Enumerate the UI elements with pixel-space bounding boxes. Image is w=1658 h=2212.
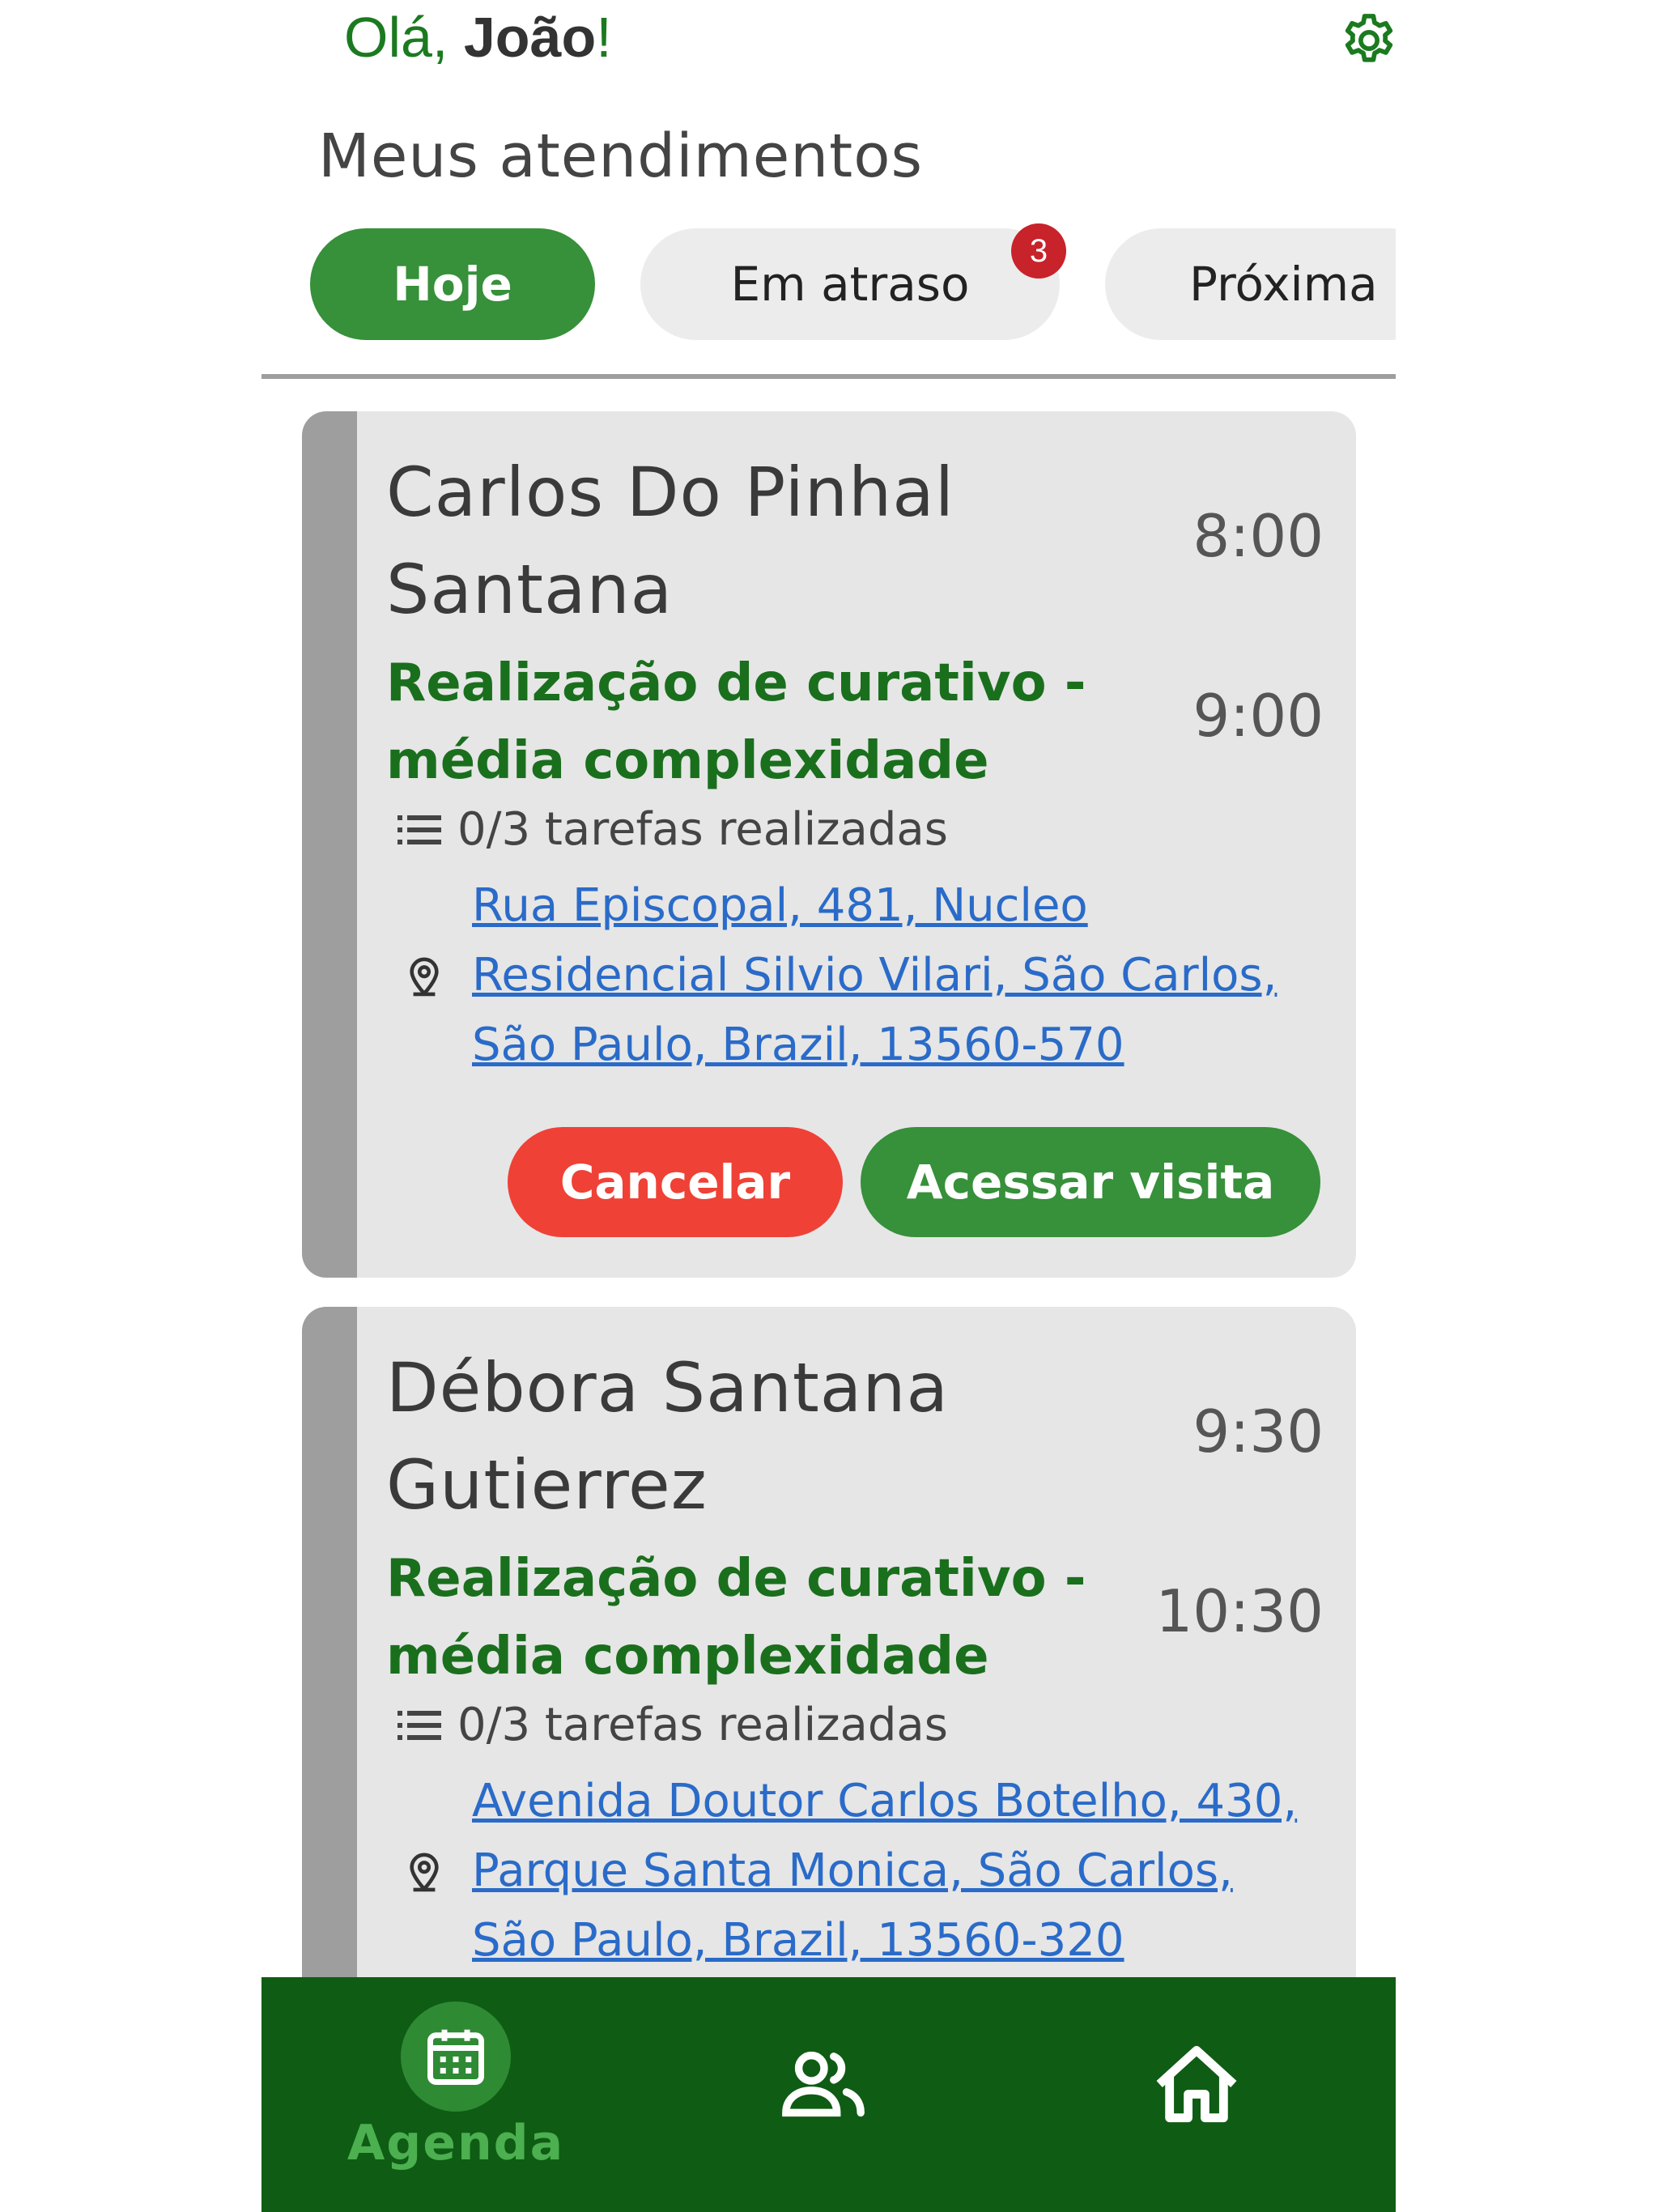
greeting: Olá, João!	[344, 5, 612, 70]
calendar-icon	[401, 2001, 511, 2112]
tab-proximas[interactable]: Próxima	[1105, 228, 1396, 340]
tab-hoje[interactable]: Hoje	[310, 228, 595, 340]
address-link[interactable]: Rua Episcopal, 481, Nucleo Residencial S…	[472, 871, 1330, 1080]
procedure-name: Realização de curativo - média complexid…	[386, 653, 1086, 791]
end-time: 10:30	[1155, 1577, 1324, 1645]
page-title: Meus atendimentos	[318, 121, 924, 191]
appointment-card: Carlos Do Pinhal Santana 8:00 Realização…	[302, 411, 1356, 1278]
access-visit-button[interactable]: Acessar visita	[861, 1127, 1320, 1237]
tasks-summary: 0/3 tarefas realizadas	[397, 803, 948, 856]
tasks-text: 0/3 tarefas realizadas	[457, 1699, 948, 1751]
greeting-prefix: Olá,	[344, 6, 464, 69]
nav-agenda-label: Agenda	[346, 2115, 565, 2172]
home-icon	[1156, 2045, 1237, 2123]
greeting-suffix: !	[596, 6, 612, 69]
header: Olá, João!	[302, 0, 1393, 81]
tab-em-atraso[interactable]: Em atraso	[640, 228, 1060, 340]
tasks-text: 0/3 tarefas realizadas	[457, 803, 948, 856]
people-icon	[782, 2051, 865, 2117]
end-time: 9:00	[1192, 682, 1324, 750]
patient-name: Carlos Do Pinhal Santana	[386, 453, 955, 629]
nav-home[interactable]	[1152, 1977, 1249, 2212]
location-pin-icon	[410, 1853, 439, 1892]
nav-patients[interactable]	[780, 1977, 877, 2212]
location-pin-icon	[410, 957, 439, 997]
cancel-button[interactable]: Cancelar	[508, 1127, 843, 1237]
app-screen: Olá, João! Meus atendimentos Hoje Em atr…	[261, 0, 1396, 2212]
overdue-count-badge: 3	[1011, 223, 1066, 279]
list-icon	[397, 1710, 441, 1740]
address-link[interactable]: Avenida Doutor Carlos Botelho, 430, Parq…	[472, 1767, 1330, 1976]
gear-icon[interactable]	[1338, 10, 1396, 71]
user-name: João	[463, 6, 597, 69]
bottom-nav: Agenda	[261, 1977, 1396, 2212]
procedure-name: Realização de curativo - média complexid…	[386, 1549, 1086, 1687]
tabs-divider	[261, 374, 1396, 379]
tasks-summary: 0/3 tarefas realizadas	[397, 1699, 948, 1751]
start-time: 8:00	[1192, 502, 1324, 570]
nav-agenda[interactable]: Agenda	[342, 1977, 563, 2212]
card-status-bar	[302, 411, 357, 1278]
patient-name: Débora Santana Gutierrez	[386, 1348, 949, 1525]
start-time: 9:30	[1192, 1397, 1324, 1465]
list-icon	[397, 815, 441, 844]
filter-tabs: Hoje Em atraso 3 Próxima	[261, 223, 1396, 342]
